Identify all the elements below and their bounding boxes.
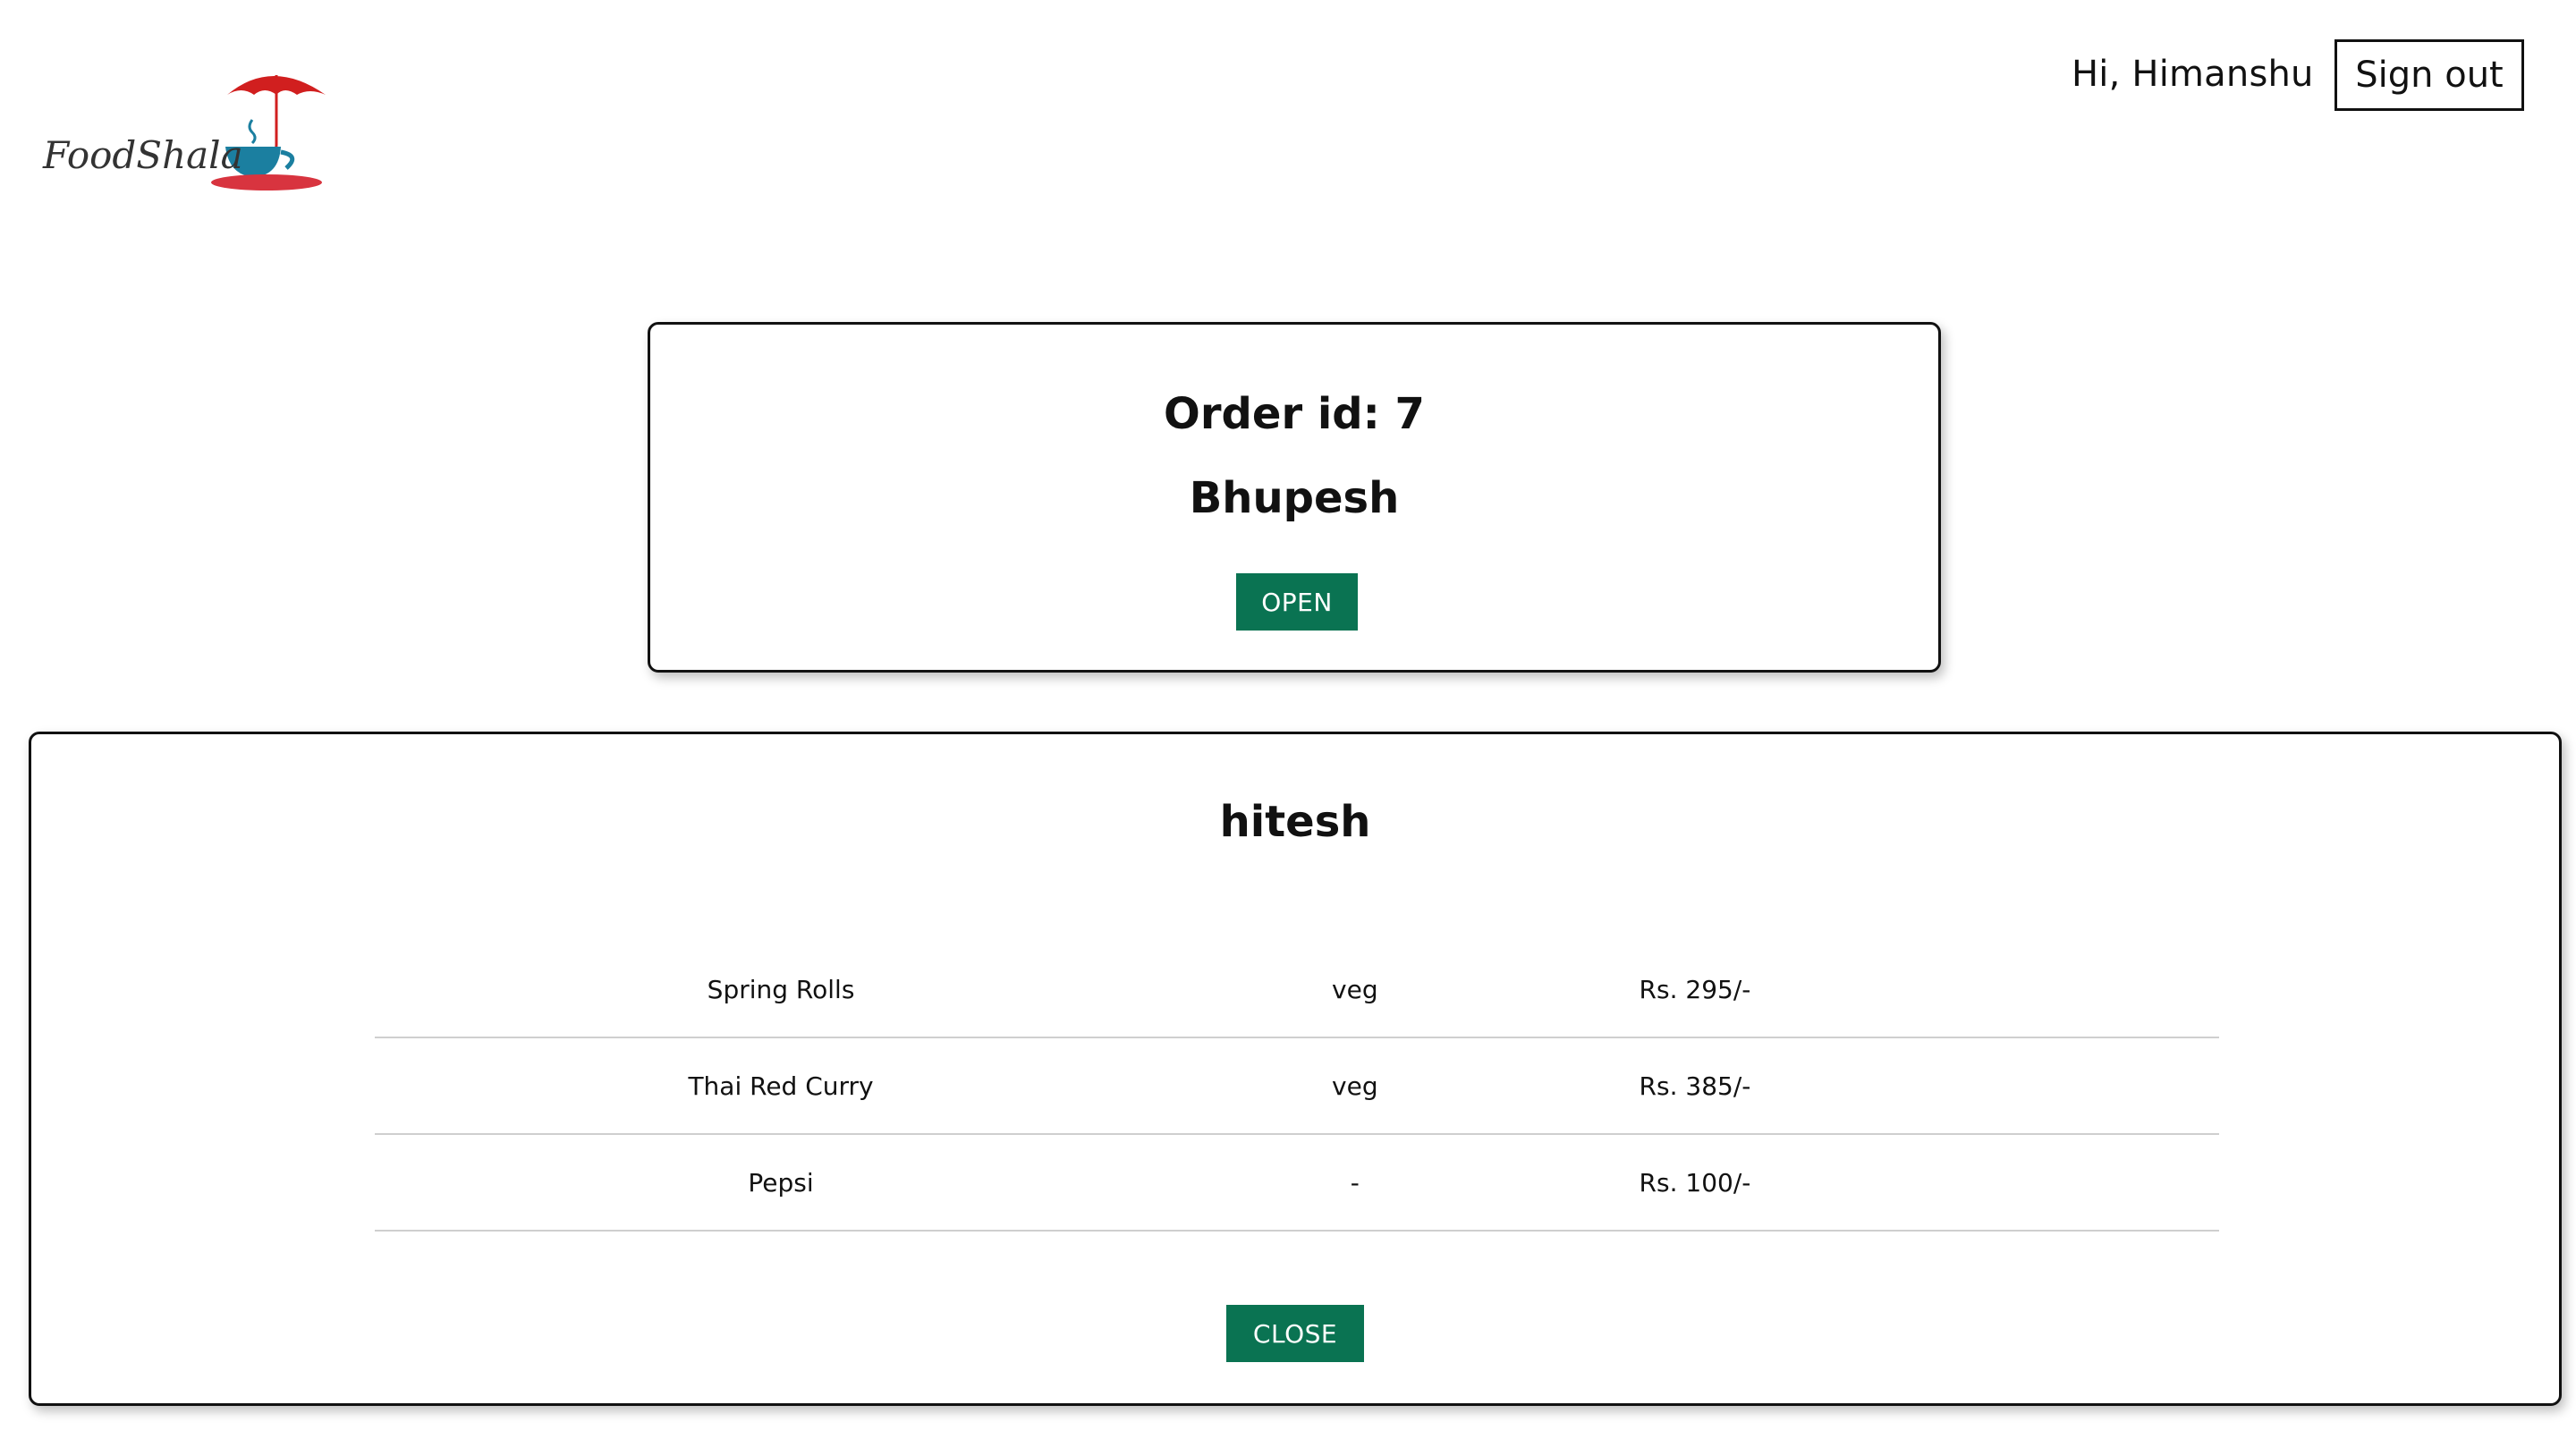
order-id-heading: Order id: 7: [1164, 389, 1425, 439]
table-row: Spring Rolls veg Rs. 295/-: [375, 942, 2219, 1038]
item-price: Rs. 385/-: [1522, 1037, 2219, 1135]
order-items-table: Spring Rolls veg Rs. 295/- Thai Red Curr…: [375, 942, 2219, 1232]
close-order-button[interactable]: CLOSE: [1226, 1305, 1364, 1362]
sign-out-button[interactable]: Sign out: [2334, 39, 2524, 111]
table-row: Pepsi - Rs. 100/-: [375, 1134, 2219, 1232]
table-row: Thai Red Curry veg Rs. 385/-: [375, 1037, 2219, 1135]
item-name: Spring Rolls: [375, 942, 1188, 1038]
foodshala-logo[interactable]: FoodShala: [41, 64, 336, 199]
item-name: Thai Red Curry: [375, 1037, 1188, 1135]
detail-customer-name: hitesh: [1219, 797, 1371, 847]
open-order-button[interactable]: OPEN: [1236, 573, 1358, 631]
item-name: Pepsi: [375, 1134, 1188, 1232]
item-price: Rs. 295/-: [1522, 942, 2219, 1038]
order-card: Order id: 7 Bhupesh OPEN: [648, 322, 1941, 673]
item-price: Rs. 100/-: [1522, 1134, 2219, 1232]
order-customer-name: Bhupesh: [1189, 473, 1400, 523]
app-page: FoodShala Hi, Himanshu Sign out Order id…: [0, 0, 2576, 1456]
umbrella-cup-icon: FoodShala: [42, 75, 326, 190]
svg-text:FoodShala: FoodShala: [42, 133, 243, 177]
order-detail-card: hitesh Spring Rolls veg Rs. 295/- Thai R…: [29, 732, 2562, 1406]
item-type: -: [1187, 1134, 1523, 1232]
user-greeting: Hi, Himanshu: [2072, 54, 2314, 95]
item-type: veg: [1187, 1037, 1523, 1135]
item-type: veg: [1187, 942, 1523, 1038]
